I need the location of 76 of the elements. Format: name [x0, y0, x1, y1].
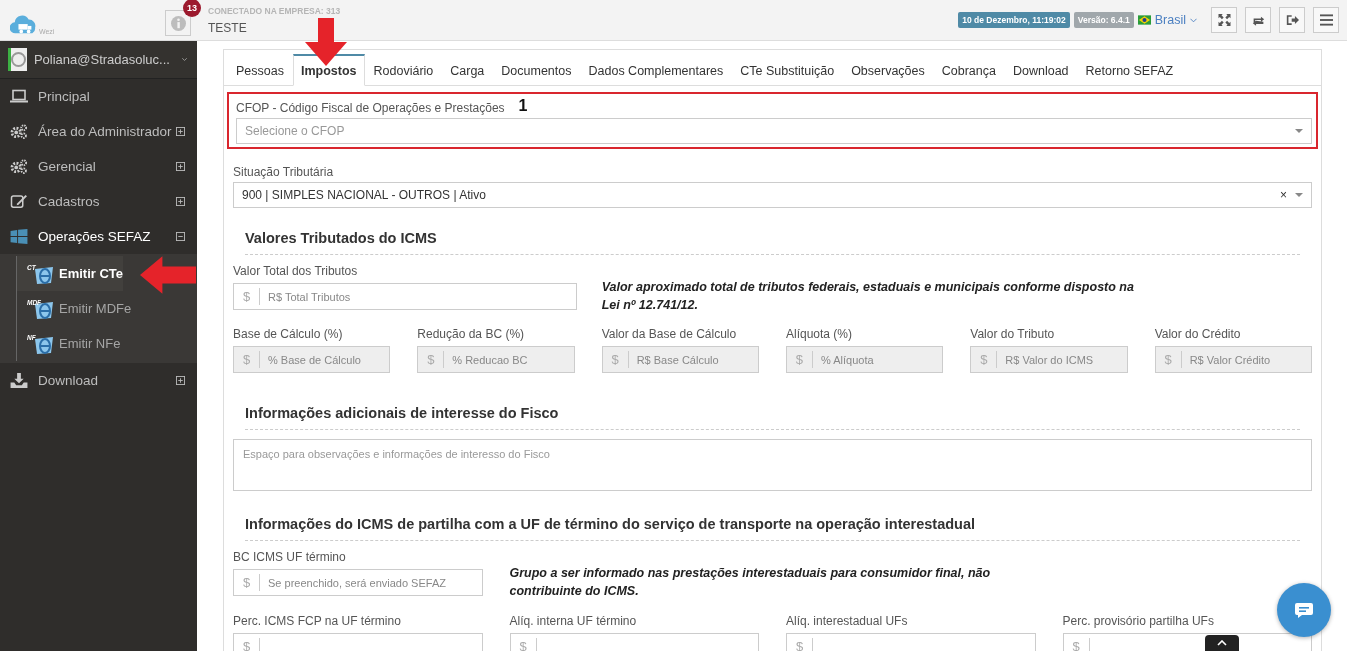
field-label: Alíq. interestadual UFs [786, 614, 909, 628]
windows-icon [10, 229, 28, 244]
datetime-label: 10 de Dezembro, 11:19:02 [958, 12, 1070, 28]
field-label: Valor do Tributo [970, 327, 1056, 341]
sidebar-item[interactable]: Operações SEFAZ [0, 219, 197, 254]
tab[interactable]: Carga [442, 54, 493, 86]
menu-button[interactable] [1313, 7, 1339, 33]
edit-icon [10, 194, 28, 209]
notification-count: 13 [183, 0, 201, 17]
section-title: Valores Tributados do ICMS [245, 230, 1300, 255]
field-label: Valor do Crédito [1154, 327, 1242, 341]
logout-button[interactable] [1279, 7, 1305, 33]
tab[interactable]: Dados Complementares [580, 54, 732, 86]
annotation-arrow [305, 18, 347, 66]
caret-icon [1190, 17, 1197, 23]
fullscreen-icon [1217, 14, 1231, 26]
field-label: Alíquota (%) [786, 327, 853, 341]
note-text: Valor aproximado total de tributos federais, estaduais e municipais conforme disposto na Lei nº 12.741/12. [601, 279, 1135, 314]
sidebar-item[interactable]: Gerencial [0, 149, 197, 184]
notifications-button[interactable] [165, 10, 191, 36]
avatar-icon [8, 48, 27, 71]
sidebar-item[interactable]: Cadastros [0, 184, 197, 219]
menu-icon [1319, 14, 1333, 26]
section-title: Informações adicionais de interesse do Fisco [245, 405, 1300, 430]
tab[interactable]: Download [1005, 54, 1077, 86]
gears-icon [10, 124, 28, 139]
tab[interactable]: Retorno SEFAZ [1077, 54, 1182, 86]
annotation-arrow [140, 256, 196, 294]
scroll-top-button[interactable] [1205, 635, 1239, 651]
sidebar-item[interactable]: Download [0, 363, 197, 398]
language-selector[interactable]: Brasil [1137, 13, 1197, 27]
field-label: Alíq. interna UF término [509, 614, 638, 628]
chevron-up-icon [1217, 640, 1227, 646]
caret-icon [181, 57, 187, 62]
company-name: TESTE [208, 20, 248, 35]
flag-icon [1137, 15, 1151, 25]
version-label: Versão: 6.4.1 [1073, 12, 1134, 28]
note-text: Grupo a ser informado nas prestações interestaduais para consumidor final, não contribuinte do ICMS. [509, 565, 992, 600]
tab[interactable]: Impostos [292, 54, 365, 86]
field-label: Valor Total dos Tributos [233, 264, 359, 278]
section-title: Informações do ICMS de partilha com a UF de término do serviço de transporte na operação interestadual [245, 516, 1300, 541]
field-label: BC ICMS UF término [233, 550, 347, 564]
company-label: CONECTADO NA EMPRESA: 313 [208, 5, 341, 16]
user-menu[interactable]: Poliana@Stradasoluc... [0, 41, 197, 79]
logout-icon [1285, 14, 1299, 26]
tab[interactable]: CTe Substituição [732, 54, 843, 86]
sidebar-item[interactable]: Área do Administrador [0, 114, 197, 149]
tab[interactable]: Rodoviário [365, 54, 442, 86]
field-label: Perc. ICMS FCP na UF término [233, 614, 402, 628]
refresh-button[interactable] [1245, 7, 1271, 33]
field-label: Situação Tributária [233, 165, 335, 179]
tab[interactable]: Cobrança [933, 54, 1004, 86]
field-label: CFOP - Código Fiscal de Operações e Prestações [236, 101, 505, 115]
field-label: Perc. provisório partilha UFs [1062, 614, 1215, 628]
gears-icon [10, 159, 28, 174]
info-icon [170, 15, 186, 31]
download-icon [10, 373, 28, 388]
tab[interactable]: Documentos [493, 54, 580, 86]
clear-icon: × [1280, 188, 1287, 202]
fullscreen-button[interactable] [1211, 7, 1237, 33]
laptop-icon [10, 89, 28, 104]
chat-button[interactable] [1277, 583, 1331, 637]
total-taxes-field[interactable]: $ R$ Total Tributos [233, 283, 577, 310]
dropdown-icon [1295, 193, 1303, 197]
refresh-icon [1251, 14, 1265, 26]
field-label: Redução da BC (%) [417, 327, 526, 341]
tab[interactable]: Observações [843, 54, 933, 86]
chat-icon [1294, 602, 1314, 618]
field-label: Base de Cálculo (%) [233, 327, 344, 341]
input-field[interactable]: $ Se preenchido, será enviado SEFAZ [233, 569, 483, 596]
sidebar-item[interactable]: Principal [0, 79, 197, 114]
tax-status-select[interactable]: 900 | SIMPLES NACIONAL - OUTROS | Ativo × [233, 182, 1312, 208]
dropdown-icon [1295, 129, 1303, 133]
annotation-number: 1 [518, 97, 528, 115]
field-label: Valor da Base de Cálculo [601, 327, 738, 341]
tab[interactable]: Pessoas [228, 54, 292, 86]
